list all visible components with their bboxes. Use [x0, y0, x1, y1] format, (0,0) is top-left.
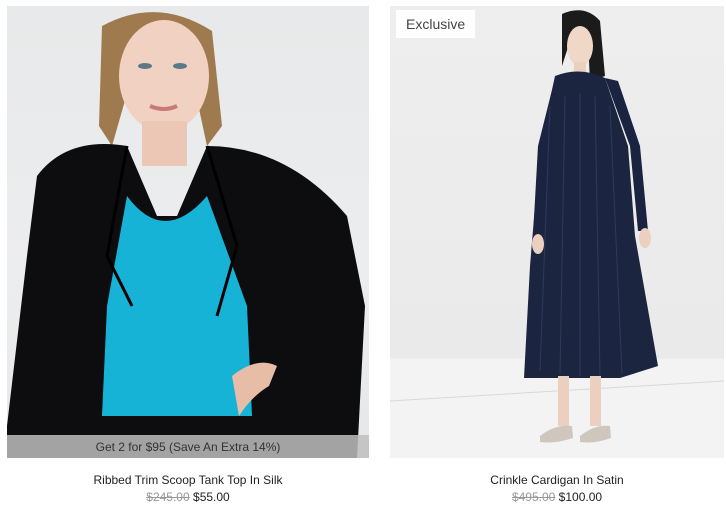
original-price: $495.00 — [511, 490, 556, 504]
original-price: $245.00 — [146, 490, 190, 504]
product-image-ribbed-tank[interactable]: Get 2 for $95 (Save An Extra 14%) — [7, 6, 369, 458]
sale-price: $100.00 — [558, 490, 603, 504]
product-name[interactable]: Crinkle Cardigan In Satin — [390, 472, 724, 488]
product-name[interactable]: Ribbed Trim Scoop Tank Top In Silk — [7, 472, 369, 488]
price-group: $245.00 $55.00 — [7, 489, 369, 505]
exclusive-badge: Exclusive — [396, 10, 476, 38]
promo-bar: Get 2 for $95 (Save An Extra 14%) — [7, 435, 369, 458]
model-photo-dress — [390, 10, 724, 443]
price-group: $495.00 $100.00 — [390, 489, 724, 505]
product-image-crinkle-cardigan[interactable]: Exclusive — [390, 6, 724, 458]
sale-price: $55.00 — [193, 490, 230, 504]
product-card-ribbed-tank[interactable]: Get 2 for $95 (Save An Extra 14%) Ribbed… — [7, 6, 369, 505]
product-card-crinkle-cardigan[interactable]: Exclusive Crinkle Cardigan In Satin $495… — [390, 6, 724, 505]
model-photo-blazer — [7, 12, 365, 458]
